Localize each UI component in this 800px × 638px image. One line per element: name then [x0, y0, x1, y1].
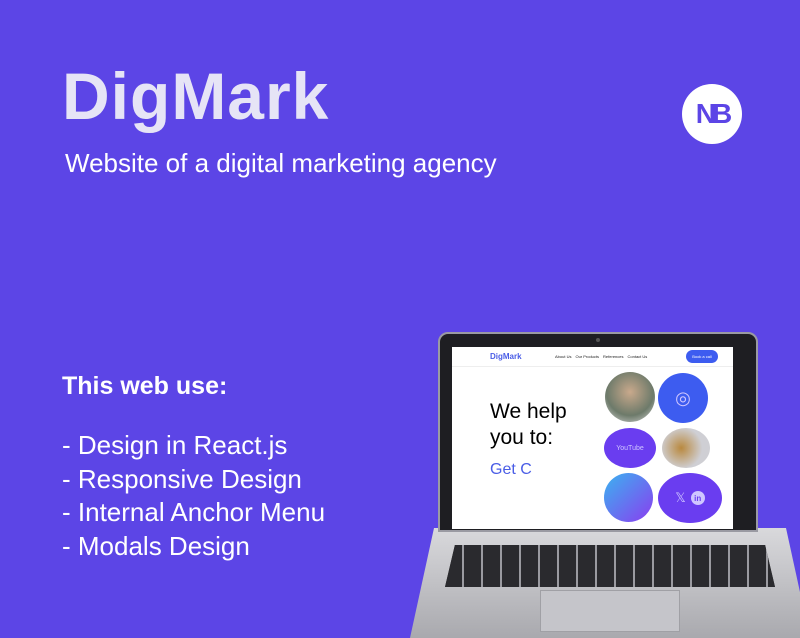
instagram-icon: ◎	[658, 373, 708, 423]
tech-item: - Internal Anchor Menu	[62, 497, 326, 527]
preview-nav-link: Contact Us	[627, 354, 648, 359]
preview-nav-link: About Us	[555, 354, 572, 359]
x-linkedin-icons: 𝕏 in	[658, 473, 722, 523]
tech-item: - Modals Design	[62, 530, 250, 561]
team-photo	[605, 372, 655, 422]
preview-cta-button: Book a call	[686, 350, 718, 363]
website-preview: DigMark About Us Our Products References…	[452, 347, 733, 529]
tech-heading: This web use:	[62, 372, 228, 400]
project-subtitle: Website of a digital marketing agency	[65, 148, 497, 178]
nb-logo: NB	[682, 84, 742, 144]
x-icon: 𝕏	[675, 490, 686, 505]
camera-icon	[596, 338, 600, 342]
illustration-photo	[604, 473, 653, 522]
preview-nav-link: References	[603, 354, 624, 359]
project-title: DigMark	[62, 59, 330, 133]
tech-item: - Responsive Design	[62, 463, 302, 494]
laptop-trackpad	[540, 590, 680, 632]
preview-hero-text: We help you to:	[490, 400, 567, 449]
youtube-icon: YouTube	[604, 428, 656, 468]
preview-brand: DigMark	[490, 352, 522, 361]
preview-typed-text: Get C	[490, 461, 532, 478]
preview-nav-link: Our Products	[575, 354, 600, 359]
social-photo	[662, 428, 710, 468]
tech-list: This web use: - Design in React.js - Res…	[62, 372, 325, 563]
linkedin-icon: in	[690, 491, 705, 505]
preview-navbar: DigMark About Us Our Products References…	[452, 347, 733, 367]
laptop-keyboard	[445, 545, 775, 587]
tech-item: - Design in React.js	[62, 430, 288, 460]
